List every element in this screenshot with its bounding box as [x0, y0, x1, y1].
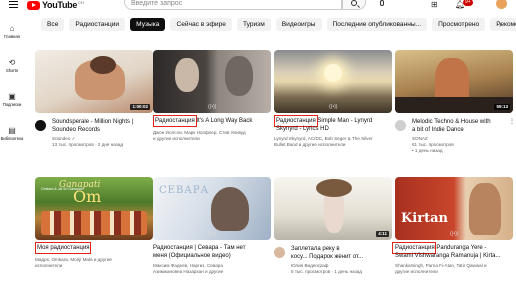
thumbnail-figure	[469, 183, 501, 235]
video-thumbnail[interactable]: Ganapati Om Omkara & Jai Sri Ganapati	[35, 177, 153, 240]
video-thumbnail[interactable]: ((•))	[153, 50, 271, 113]
subscriptions-icon: ▣	[8, 92, 16, 101]
radio-more: и другие исполнители	[153, 136, 200, 141]
more-actions-icon[interactable]: ⋮	[509, 118, 515, 125]
radio-wave-icon: ((•))	[329, 104, 338, 110]
thumbnail-face-right	[225, 56, 253, 96]
video-thumbnail[interactable]: Kirtan ((•))	[395, 177, 513, 240]
library-icon: ▤	[8, 126, 16, 135]
youtube-logo[interactable]: YouTube CH	[27, 0, 84, 10]
home-icon: ⌂	[9, 24, 15, 33]
thumbnail-musicians	[41, 211, 147, 235]
sidebar-item-subscriptions[interactable]: ▣ Подписки	[0, 92, 24, 107]
channel-avatar[interactable]	[395, 120, 406, 131]
microphone-icon[interactable]	[380, 0, 384, 6]
video-duration-badge: 1:00:02	[130, 104, 150, 110]
radio-card[interactable]: СЕВАРА ((•)) Радиостанция | Севара - Там…	[153, 177, 271, 289]
menu-icon[interactable]	[9, 1, 18, 9]
channel-avatar[interactable]	[35, 120, 46, 131]
video-title[interactable]: Радиостанция Panduranga Yere - Swami Vis…	[395, 244, 515, 260]
sidebar-item-label: Главная	[4, 34, 20, 39]
radio-label: Моя радиостанция	[37, 245, 90, 251]
video-age: • 1 день назад	[412, 148, 443, 153]
video-thumbnail[interactable]: ((•))	[274, 50, 392, 113]
video-duration-badge: 59:13	[494, 104, 510, 110]
radio-label: Радиостанция	[155, 118, 195, 124]
search-button[interactable]	[342, 0, 366, 10]
sidebar-item-home[interactable]: ⌂ Главная	[0, 24, 24, 39]
video-card[interactable]: 1:00:02 Soundsperale - Million Nights | S…	[35, 50, 153, 162]
radio-card[interactable]: Ganapati Om Omkara & Jai Sri Ganapati Мо…	[35, 177, 153, 289]
sidebar-item-library[interactable]: ▤ Библиотека	[0, 126, 24, 141]
radio-label: Радиостанция	[395, 245, 435, 251]
video-card[interactable]: 4:11 Заплетала реку в косу... Подарок жен…	[274, 177, 392, 289]
chip-all[interactable]: Все	[41, 18, 65, 31]
chip-tourism[interactable]: Туризм	[236, 18, 271, 31]
radio-wave-icon: ((•))	[450, 231, 459, 237]
shorts-icon: ⟲	[8, 58, 16, 67]
radio-more: другие исполнители	[395, 269, 438, 274]
video-stats: 5 тыс. просмотров · 1 день назад	[291, 269, 362, 274]
chip-live[interactable]: Сейчас в эфире	[170, 18, 232, 31]
notifications-badge: 9+	[463, 0, 473, 6]
radio-more: исполнители	[35, 263, 63, 268]
video-thumbnail[interactable]: СЕВАРА ((•))	[153, 177, 271, 240]
radio-wave-icon: ((•))	[208, 231, 217, 237]
video-title[interactable]: Радиостанция It's A Long Way Back	[155, 117, 271, 125]
chip-video-games[interactable]: Видеоигры	[275, 18, 322, 31]
search-icon	[351, 0, 357, 6]
youtube-play-icon	[27, 0, 40, 10]
radio-card[interactable]: ((•)) Радиостанция It's A Long Way Back …	[153, 50, 271, 162]
chip-music[interactable]: Музыка	[130, 18, 166, 31]
radio-card[interactable]: Kirtan ((•)) Радиостанция Panduranga Yer…	[392, 177, 515, 289]
video-stats: 13 тыс. просмотров · 2 дня назад	[52, 142, 124, 147]
video-thumbnail[interactable]: 59:13	[395, 50, 513, 113]
thumbnail-sun	[324, 64, 342, 82]
video-thumbnail[interactable]: 1:00:02	[35, 50, 153, 113]
channel-avatar[interactable]	[274, 247, 285, 258]
chip-recently-uploaded[interactable]: Последние опубликованны...	[326, 18, 428, 31]
chip-radio-stations[interactable]: Радиостанции	[69, 18, 126, 31]
thumbnail-title-text: Kirtan	[401, 211, 448, 226]
video-card[interactable]: 59:13 Melodic Techno & House with a bit o…	[395, 50, 515, 162]
thumbnail-title-text: СЕВАРА	[159, 185, 210, 196]
thumbnail-subtitle: Omkara & Jai Sri Ganapati	[41, 187, 83, 191]
sidebar-item-label: Библиотека	[0, 136, 24, 141]
search-input[interactable]: Введите запрос	[124, 0, 342, 10]
video-title[interactable]: Soundsperale - Million Nights | Soundeo R…	[52, 118, 152, 134]
thumbnail-face-left	[175, 58, 199, 92]
chips-next-arrow-icon[interactable]: ›	[499, 18, 502, 31]
radio-more: Bullet Band и другие исполнители	[274, 142, 346, 147]
sidebar-item-label: Подписки	[2, 102, 22, 107]
filter-chips: Все Радиостанции Музыка Сейчас в эфире Т…	[41, 18, 516, 31]
account-avatar[interactable]	[496, 0, 507, 9]
logo-text: YouTube	[42, 0, 78, 10]
video-title[interactable]: Заплетала реку в косу... Подарок женит от…	[291, 245, 391, 261]
radio-more: Азимжановна Назархан и другие	[153, 269, 224, 274]
video-title[interactable]: Моя радиостанция	[37, 244, 153, 252]
video-thumbnail[interactable]: 4:11	[274, 177, 392, 240]
sidebar-item-shorts[interactable]: ⟲ Shorts	[0, 58, 24, 73]
radio-card[interactable]: ((•)) Радиостанция Simple Man - Lynyrd S…	[274, 50, 392, 162]
video-title[interactable]: Радиостанция | Севара - Там нет меня (Оф…	[153, 244, 269, 260]
logo-country-code: CH	[78, 0, 84, 5]
video-title[interactable]: Радиостанция Simple Man - Lynyrd Skynyrd…	[276, 117, 392, 133]
radio-label: Радиостанция	[276, 118, 316, 124]
sidebar-item-label: Shorts	[5, 68, 19, 73]
thumbnail-hair	[90, 56, 116, 74]
create-video-icon[interactable]: ⊞	[431, 0, 438, 9]
video-title[interactable]: Melodic Techno & House with a bit of Indi…	[412, 118, 512, 134]
radio-wave-icon: ((•))	[208, 104, 217, 110]
thumbnail-figure	[211, 187, 249, 231]
chip-watched[interactable]: Просмотрено	[432, 18, 486, 31]
chip-recommended[interactable]: Рекомендов	[490, 18, 516, 31]
video-duration-badge: 4:11	[376, 231, 389, 237]
top-bar: YouTube CH Введите запрос ⊞ 🔔︎ 9+	[0, 0, 516, 12]
thumbnail-hair	[316, 179, 352, 197]
